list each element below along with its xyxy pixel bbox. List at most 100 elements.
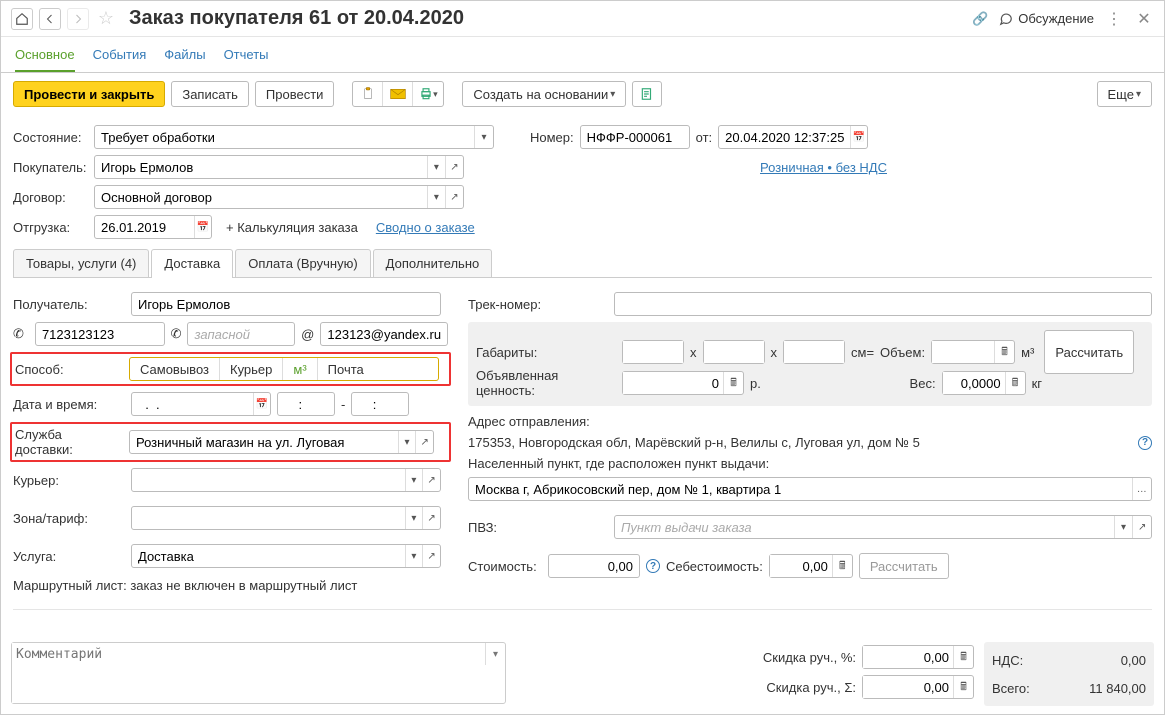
calculator-icon[interactable]: 🖩 xyxy=(953,676,973,698)
sub-tabs: Товары, услуги (4) Доставка Оплата (Вруч… xyxy=(13,249,1152,278)
ellipsis-icon[interactable]: … xyxy=(1132,478,1151,500)
cost-input[interactable] xyxy=(548,554,640,578)
pvz-label: ПВЗ: xyxy=(468,520,608,535)
open-icon[interactable]: ↗ xyxy=(445,186,463,208)
expand-icon[interactable]: ▾ xyxy=(485,643,505,665)
city-label: Населенный пункт, где расположен пункт в… xyxy=(468,456,769,471)
kebab-menu-button[interactable]: ⋮ xyxy=(1104,9,1124,29)
contract-label: Договор: xyxy=(13,190,88,205)
nav-main[interactable]: Основное xyxy=(15,37,75,72)
create-based-button[interactable]: Создать на основании xyxy=(462,81,626,107)
number-input[interactable] xyxy=(580,125,690,149)
save-button[interactable]: Записать xyxy=(171,81,249,107)
clipboard-icon[interactable] xyxy=(353,82,383,106)
selfcost-input[interactable]: 🖩 xyxy=(769,554,853,578)
tab-extra[interactable]: Дополнительно xyxy=(373,249,493,277)
recipient-input[interactable] xyxy=(131,292,441,316)
service-input[interactable]: ▾↗ xyxy=(129,430,434,454)
email-input[interactable] xyxy=(320,322,448,346)
time-to-input[interactable] xyxy=(351,392,409,416)
phone2-input[interactable] xyxy=(187,322,295,346)
nav-reports[interactable]: Отчеты xyxy=(224,37,269,72)
tab-delivery[interactable]: Доставка xyxy=(151,249,233,277)
track-input[interactable] xyxy=(614,292,1152,316)
calendar-icon[interactable]: 📅 xyxy=(850,126,868,148)
post-and-close-button[interactable]: Провести и закрыть xyxy=(13,81,165,107)
discuss-button[interactable]: Обсуждение xyxy=(998,11,1094,26)
method-pvz[interactable]: м³ xyxy=(283,358,317,380)
home-button[interactable] xyxy=(11,8,33,30)
calculator-icon[interactable]: 🖩 xyxy=(723,372,743,394)
chevron-down-icon[interactable]: ▾ xyxy=(474,126,493,148)
forward-button[interactable] xyxy=(67,8,89,30)
zone-input[interactable]: ▾↗ xyxy=(131,506,441,530)
chevron-down-icon[interactable]: ▾ xyxy=(398,431,416,453)
chevron-down-icon[interactable]: ▾ xyxy=(405,507,423,529)
chevron-down-icon[interactable]: ▾ xyxy=(427,186,445,208)
back-button[interactable] xyxy=(39,8,61,30)
calculator-icon[interactable]: 🖩 xyxy=(953,646,973,668)
delivery-date-input[interactable]: 📅 xyxy=(131,392,271,416)
open-icon[interactable]: ↗ xyxy=(422,469,440,491)
tab-payment[interactable]: Оплата (Вручную) xyxy=(235,249,370,277)
state-input[interactable]: ▾ xyxy=(94,125,494,149)
method-pickup[interactable]: Самовывоз xyxy=(130,358,220,380)
weight-input[interactable]: 🖩 xyxy=(942,371,1026,395)
nav-events[interactable]: События xyxy=(93,37,147,72)
nds-value: 0,00 xyxy=(1121,653,1146,668)
method-post[interactable]: Почта xyxy=(318,358,374,380)
cost-label: Стоимость: xyxy=(468,559,542,574)
city-input[interactable]: … xyxy=(468,477,1152,501)
open-icon[interactable]: ↗ xyxy=(1132,516,1151,538)
method-courier[interactable]: Курьер xyxy=(220,358,283,380)
discount-sum-input[interactable]: 🖩 xyxy=(862,675,974,699)
nav-files[interactable]: Файлы xyxy=(164,37,205,72)
open-icon[interactable]: ↗ xyxy=(422,507,440,529)
phone1-input[interactable] xyxy=(35,322,165,346)
calculator-icon[interactable]: 🖩 xyxy=(1005,372,1025,394)
print-icon[interactable]: ▾ xyxy=(413,82,443,106)
price-mode-link[interactable]: Розничная • без НДС xyxy=(760,160,887,175)
discuss-label: Обсуждение xyxy=(1018,11,1094,26)
route-text: Маршрутный лист: заказ не включен в марш… xyxy=(13,578,357,593)
chevron-down-icon[interactable]: ▾ xyxy=(1114,516,1133,538)
link-icon[interactable]: 🔗 xyxy=(972,11,988,27)
help-icon[interactable]: ? xyxy=(646,559,660,573)
top-right: 🔗 Обсуждение ⋮ ✕ xyxy=(972,9,1154,29)
declared-input[interactable]: 🖩 xyxy=(622,371,744,395)
addr-from-value: 175353, Новгородская обл, Марёвский р-н,… xyxy=(468,435,1132,450)
more-button[interactable]: Еще xyxy=(1097,81,1152,107)
chevron-down-icon[interactable]: ▾ xyxy=(405,469,423,491)
help-icon[interactable]: ? xyxy=(1138,436,1152,450)
comment-input[interactable]: ▾ xyxy=(11,642,506,704)
totals-block: НДС:0,00 Всего:11 840,00 xyxy=(984,642,1154,706)
usluga-input[interactable]: ▾↗ xyxy=(131,544,441,568)
chevron-down-icon[interactable]: ▾ xyxy=(427,156,445,178)
open-icon[interactable]: ↗ xyxy=(445,156,463,178)
pvz-input[interactable]: ▾↗ xyxy=(614,515,1152,539)
calc-dims-button[interactable]: Рассчитать xyxy=(1044,330,1134,374)
open-icon[interactable]: ↗ xyxy=(415,431,433,453)
date-input[interactable]: 📅 xyxy=(718,125,868,149)
declared-label: Объявленная ценность: xyxy=(476,368,616,398)
close-button[interactable]: ✕ xyxy=(1134,9,1154,29)
open-icon[interactable]: ↗ xyxy=(422,545,440,567)
calculator-icon[interactable]: 🖩 xyxy=(832,555,852,577)
report-icon-button[interactable] xyxy=(632,81,662,107)
calendar-icon[interactable]: 📅 xyxy=(194,216,211,238)
calc-cost-button[interactable]: Рассчитать xyxy=(859,553,949,579)
contract-input[interactable]: ▾↗ xyxy=(94,185,464,209)
favorite-icon[interactable]: ☆ xyxy=(95,8,117,30)
courier-input[interactable]: ▾↗ xyxy=(131,468,441,492)
time-from-input[interactable] xyxy=(277,392,335,416)
tab-goods[interactable]: Товары, услуги (4) xyxy=(13,249,149,277)
dash: - xyxy=(341,397,345,412)
buyer-input[interactable]: ▾↗ xyxy=(94,155,464,179)
chevron-down-icon[interactable]: ▾ xyxy=(405,545,423,567)
shipment-input[interactable]: 📅 xyxy=(94,215,212,239)
post-button[interactable]: Провести xyxy=(255,81,335,107)
email-icon[interactable] xyxy=(383,82,413,106)
calendar-icon[interactable]: 📅 xyxy=(253,393,270,415)
summary-link[interactable]: Сводно о заказе xyxy=(376,220,475,235)
discount-perc-input[interactable]: 🖩 xyxy=(862,645,974,669)
